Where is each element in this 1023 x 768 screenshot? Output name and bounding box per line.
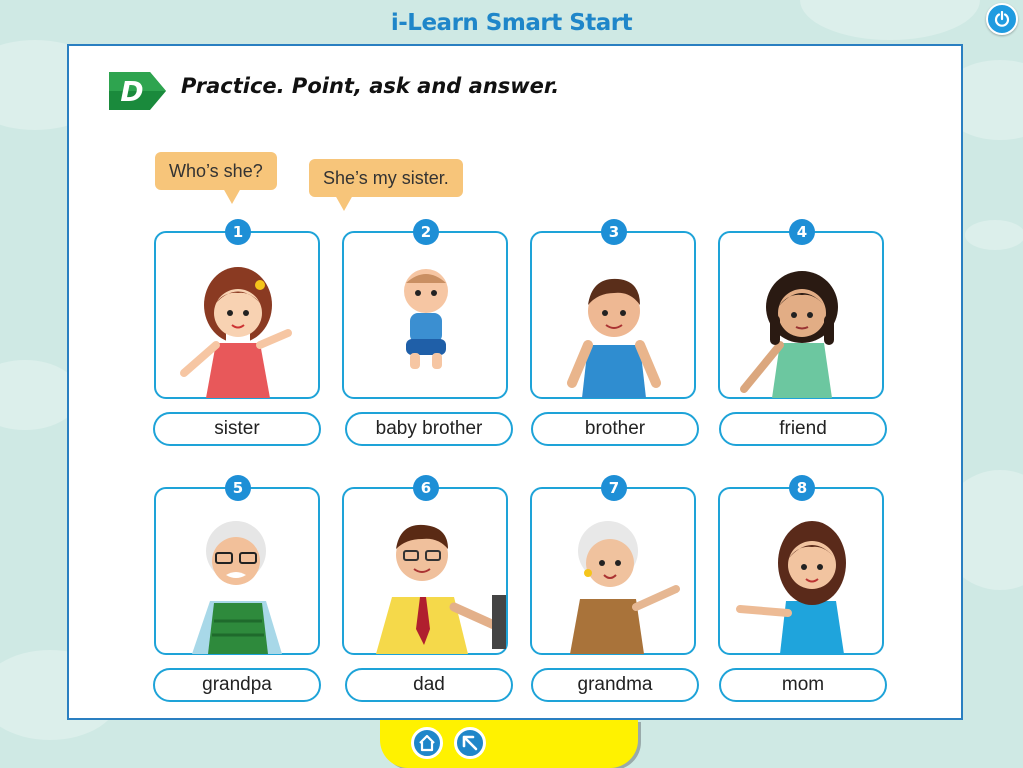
card-grandpa[interactable]: 5 — [154, 475, 320, 655]
card-dad[interactable]: 6 — [342, 475, 508, 655]
mom-illustration — [736, 521, 846, 654]
speech-bubble-answer: She’s my sister. — [309, 159, 463, 211]
card-baby-brother[interactable]: 2 — [342, 219, 508, 399]
grandma-illustration — [570, 521, 680, 654]
home-icon — [419, 734, 435, 752]
back-button[interactable] — [454, 727, 486, 759]
exercise-badge: D — [109, 72, 166, 110]
instruction-text: Practice. Point, ask and answer. — [181, 74, 560, 98]
speech-bubble-question: Who’s she? — [155, 152, 277, 204]
grandpa-illustration — [192, 521, 282, 654]
card-label: baby brother — [345, 412, 513, 446]
sister-illustration — [180, 267, 292, 398]
question-text: Who’s she? — [169, 161, 263, 181]
background-cloud — [965, 220, 1023, 250]
card-label: dad — [345, 668, 513, 702]
friend-illustration — [740, 271, 838, 398]
power-icon — [994, 11, 1010, 27]
card-label: grandpa — [153, 668, 321, 702]
card-label: brother — [531, 412, 699, 446]
app-title: i-Learn Smart Start — [390, 10, 633, 36]
card-brother[interactable]: 3 — [530, 219, 696, 399]
back-arrow-icon — [462, 735, 478, 751]
card-mom[interactable]: 8 — [718, 475, 884, 655]
power-button[interactable] — [986, 3, 1018, 35]
card-sister[interactable]: 1 — [154, 219, 320, 399]
card-label: grandma — [531, 668, 699, 702]
brother-illustration — [567, 278, 661, 398]
answer-text: She’s my sister. — [323, 168, 449, 188]
card-grandma[interactable]: 7 — [530, 475, 696, 655]
dad-illustration — [376, 524, 506, 654]
card-friend[interactable]: 4 — [718, 219, 884, 399]
card-label: sister — [153, 412, 321, 446]
svg-text:D: D — [120, 75, 143, 108]
home-button[interactable] — [411, 727, 443, 759]
exercise-page: D Practice. Point, ask and answer. Who’s… — [67, 44, 963, 720]
card-label: mom — [719, 668, 887, 702]
baby-brother-illustration — [404, 269, 448, 369]
card-label: friend — [719, 412, 887, 446]
